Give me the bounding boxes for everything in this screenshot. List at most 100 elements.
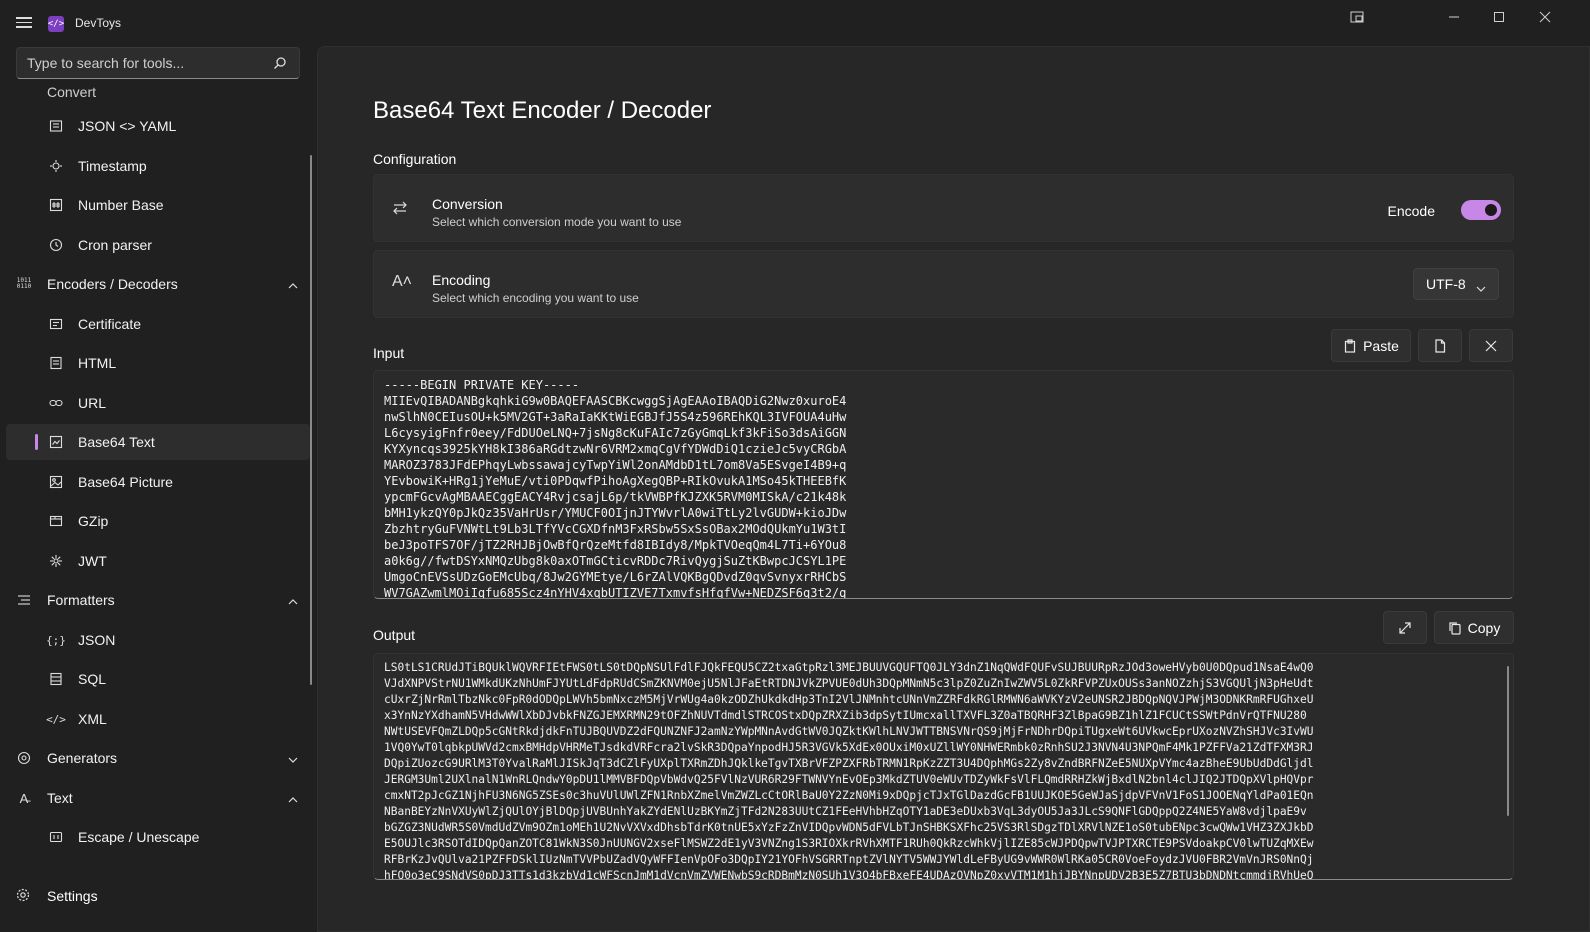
input-line: a0k6g//fwtDSYxNMQzUbg8k0axOTmGCticvRDDc7… <box>384 554 847 568</box>
binary-icon: 1011 0110 <box>16 277 32 290</box>
sidebar-scrollbar[interactable] <box>310 155 312 685</box>
compact-overlay-button[interactable] <box>1334 0 1380 34</box>
sidebar-item-gzip[interactable]: GZip <box>6 503 310 539</box>
sidebar-group-encoders-decoders[interactable]: 1011 0110 Encoders / Decoders <box>6 266 310 302</box>
sidebar-item-url[interactable]: URL <box>6 385 310 421</box>
sidebar-item-sql[interactable]: SQL <box>6 661 310 697</box>
sidebar-item-timestamp[interactable]: Timestamp <box>6 148 310 184</box>
close-icon <box>1539 11 1551 23</box>
output-line: bGZGZ3NUdWR5S0VmdUdZVm9OZm1oMEh1U2NvVXVx… <box>384 821 1314 834</box>
input-line: beJ3poTFS7OF/jTZ2RHJBjOwBfQrQzeMtfd8IBId… <box>384 538 847 552</box>
input-line: ypcmFGcvAgMBAAECggEACY4RvjcsajL6p/tkVWBP… <box>384 490 847 504</box>
generators-icon <box>16 750 32 766</box>
tool-search-box <box>16 47 300 79</box>
sidebar-item-base64-text[interactable]: Base64 Text <box>6 424 310 460</box>
close-icon <box>1485 340 1497 351</box>
compact-overlay-icon <box>1350 11 1364 23</box>
output-line: cUxrZjNrRmlTbzNkc0FpR0dODQpLWVh5bmNxczM5… <box>384 693 1314 706</box>
clear-input-button[interactable] <box>1469 329 1513 362</box>
title-bar: </> DevToys <box>0 0 1590 46</box>
output-line: RFBrKzJvQUlva21PZFFDSklIUzNmTVVPbUZadVQy… <box>384 853 1314 866</box>
text-icon: A̵ <box>19 790 29 806</box>
input-line: MIIEvQIBADANBgkqhkiG9w0BAQEFAASCBKcwggSj… <box>384 394 847 408</box>
minimize-button[interactable] <box>1431 0 1477 34</box>
copy-output-button[interactable]: Copy <box>1434 611 1514 644</box>
tool-search-input[interactable] <box>17 55 267 71</box>
sidebar-group-generators[interactable]: Generators <box>6 740 310 776</box>
output-textbox[interactable]: LS0tLS1CRUdJTiBQUklWQVRFIEtFWS0tLS0tDQpN… <box>373 653 1514 880</box>
expand-output-button[interactable] <box>1383 611 1427 644</box>
conversion-setting-card: Conversion Select which conversion mode … <box>373 174 1514 242</box>
input-line: KYXyncqs3925kYH8kI386aRGdtzwNr6VRM2xmqCg… <box>384 442 847 456</box>
maximize-icon <box>1494 12 1504 22</box>
sidebar-item-jwt[interactable]: JWT <box>6 543 310 579</box>
chevron-down-icon <box>1476 281 1486 297</box>
output-line: x3YnNzYXdhamN5VHdwWWlXbDJvbkFNZGJEMXRMN2… <box>384 709 1307 722</box>
sql-icon <box>48 671 64 687</box>
app-title: DevToys <box>75 16 122 30</box>
file-icon <box>1435 338 1446 353</box>
input-line: MAROZ3783JFdEPhqyLwbssawajcyTwpYiWl2onAM… <box>384 458 847 472</box>
main-panel: Base64 Text Encoder / Decoder Configurat… <box>317 46 1590 932</box>
settings-button[interactable]: Settings <box>6 878 310 914</box>
page-title: Base64 Text Encoder / Decoder <box>373 97 712 124</box>
hamburger-menu-icon[interactable] <box>14 14 34 34</box>
sidebar-group-formatters[interactable]: Formatters <box>6 582 310 618</box>
output-line: 1VQ0YwT0lqbkpUWVd2cmxBMHdpVHRMeTJsdkdVRF… <box>384 741 1314 754</box>
output-scrollbar[interactable] <box>1507 666 1509 816</box>
sidebar-group-text[interactable]: A̵ Text <box>6 780 310 816</box>
conversion-subtitle: Select which conversion mode you want to… <box>432 215 682 229</box>
json-icon: {;} <box>46 633 66 647</box>
configuration-heading: Configuration <box>373 151 457 167</box>
sidebar-nav: Convert JSON <> YAML Timestamp Number Ba… <box>0 84 316 864</box>
encode-toggle-switch[interactable] <box>1461 200 1501 220</box>
sidebar-item-number-base[interactable]: Number Base <box>6 187 310 223</box>
sidebar-item-escape-unescape[interactable]: Escape / Unescape <box>6 819 310 855</box>
sidebar-item-xml[interactable]: </> XML <box>6 701 310 737</box>
sidebar-item-json-yaml[interactable]: JSON <> YAML <box>6 108 310 144</box>
chevron-up-icon <box>288 594 298 610</box>
chevron-up-icon <box>288 278 298 294</box>
sidebar-item-json[interactable]: {;} JSON <box>6 622 310 658</box>
maximize-button[interactable] <box>1476 0 1522 34</box>
input-label: Input <box>373 345 405 361</box>
html-icon <box>48 355 64 371</box>
input-line: ZbzhtryGuFVNWtLt9Lb3LTfYVcCGXDfnM3FxRSbw… <box>384 522 847 536</box>
certificate-icon <box>48 316 64 332</box>
conversion-title: Conversion <box>432 196 503 212</box>
search-icon[interactable] <box>273 56 287 73</box>
jwt-icon <box>48 553 64 569</box>
output-line: NWtUSEVFQmZLDQp5cGNtRkdjdkFnTUJBQUVDZ2dF… <box>384 725 1314 738</box>
open-file-button[interactable] <box>1418 329 1462 362</box>
encoding-subtitle: Select which encoding you want to use <box>432 291 639 305</box>
app-logo-icon: </> <box>48 16 64 32</box>
link-icon <box>48 395 64 411</box>
output-line: cmxNT2pJcGZ1NjhFU3N6NG5ZSEs0c3huVUlUWlZF… <box>384 789 1314 802</box>
sidebar-item-base64-picture[interactable]: Base64 Picture <box>6 464 310 500</box>
paste-button[interactable]: Paste <box>1331 329 1411 362</box>
sidebar-item-cron-parser[interactable]: Cron parser <box>6 227 310 263</box>
close-window-button[interactable] <box>1522 0 1568 34</box>
output-line: LS0tLS1CRUdJTiBQUklWQVRFIEtFWS0tLS0tDQpN… <box>384 661 1314 674</box>
gear-icon <box>16 888 30 905</box>
input-line: L6cysyigFnfr0eey/FdDUOeLNQ+7jsNg8cKuFAIc… <box>384 426 847 440</box>
base64-picture-icon <box>48 474 64 490</box>
input-line: UmgoCnEVSsUDzGoEMcUbq/8Jw2GYMEtye/L6rZAl… <box>384 570 847 584</box>
input-line: nwSlhN0CEIusOU+k5MV2GT+3aRaIaKKtWiEGBJfJ… <box>384 410 847 424</box>
encoding-select[interactable]: UTF-8 <box>1413 268 1499 300</box>
formatters-icon <box>16 592 32 608</box>
cron-icon <box>48 237 64 253</box>
input-textbox[interactable]: -----BEGIN PRIVATE KEY----- MIIEvQIBADANB… <box>373 370 1514 599</box>
output-line: JERGM3Uml2UXlnalN1WnRLQndwY0pDU1lMMVBFDQ… <box>384 773 1314 786</box>
output-line: hFQ0o3eC9SNdVS0pDJ3TTs1d3kzbVd1cWFScnJmM… <box>384 869 1314 880</box>
sidebar-item-convert[interactable]: Convert <box>6 84 310 110</box>
sidebar-item-html[interactable]: HTML <box>6 345 310 381</box>
output-line: VJdXNPVStrNU1WMkdUKzNhUmFJYUtLdFdpRUdCSm… <box>384 677 1314 690</box>
font-encoding-icon: A˄ <box>392 273 413 290</box>
clipboard-icon <box>1344 338 1356 353</box>
output-line: NBanBEYzNnVXUyWlZjQUlOYjBlDQpjUVBUnhYakZ… <box>384 805 1307 818</box>
sidebar-item-certificate[interactable]: Certificate <box>6 306 310 342</box>
chevron-up-icon <box>288 792 298 808</box>
number-base-icon <box>48 197 64 213</box>
output-line: DQpiZUozcG9URlM3T0YvalRaMlJISkJqT3dCZlFy… <box>384 757 1314 770</box>
